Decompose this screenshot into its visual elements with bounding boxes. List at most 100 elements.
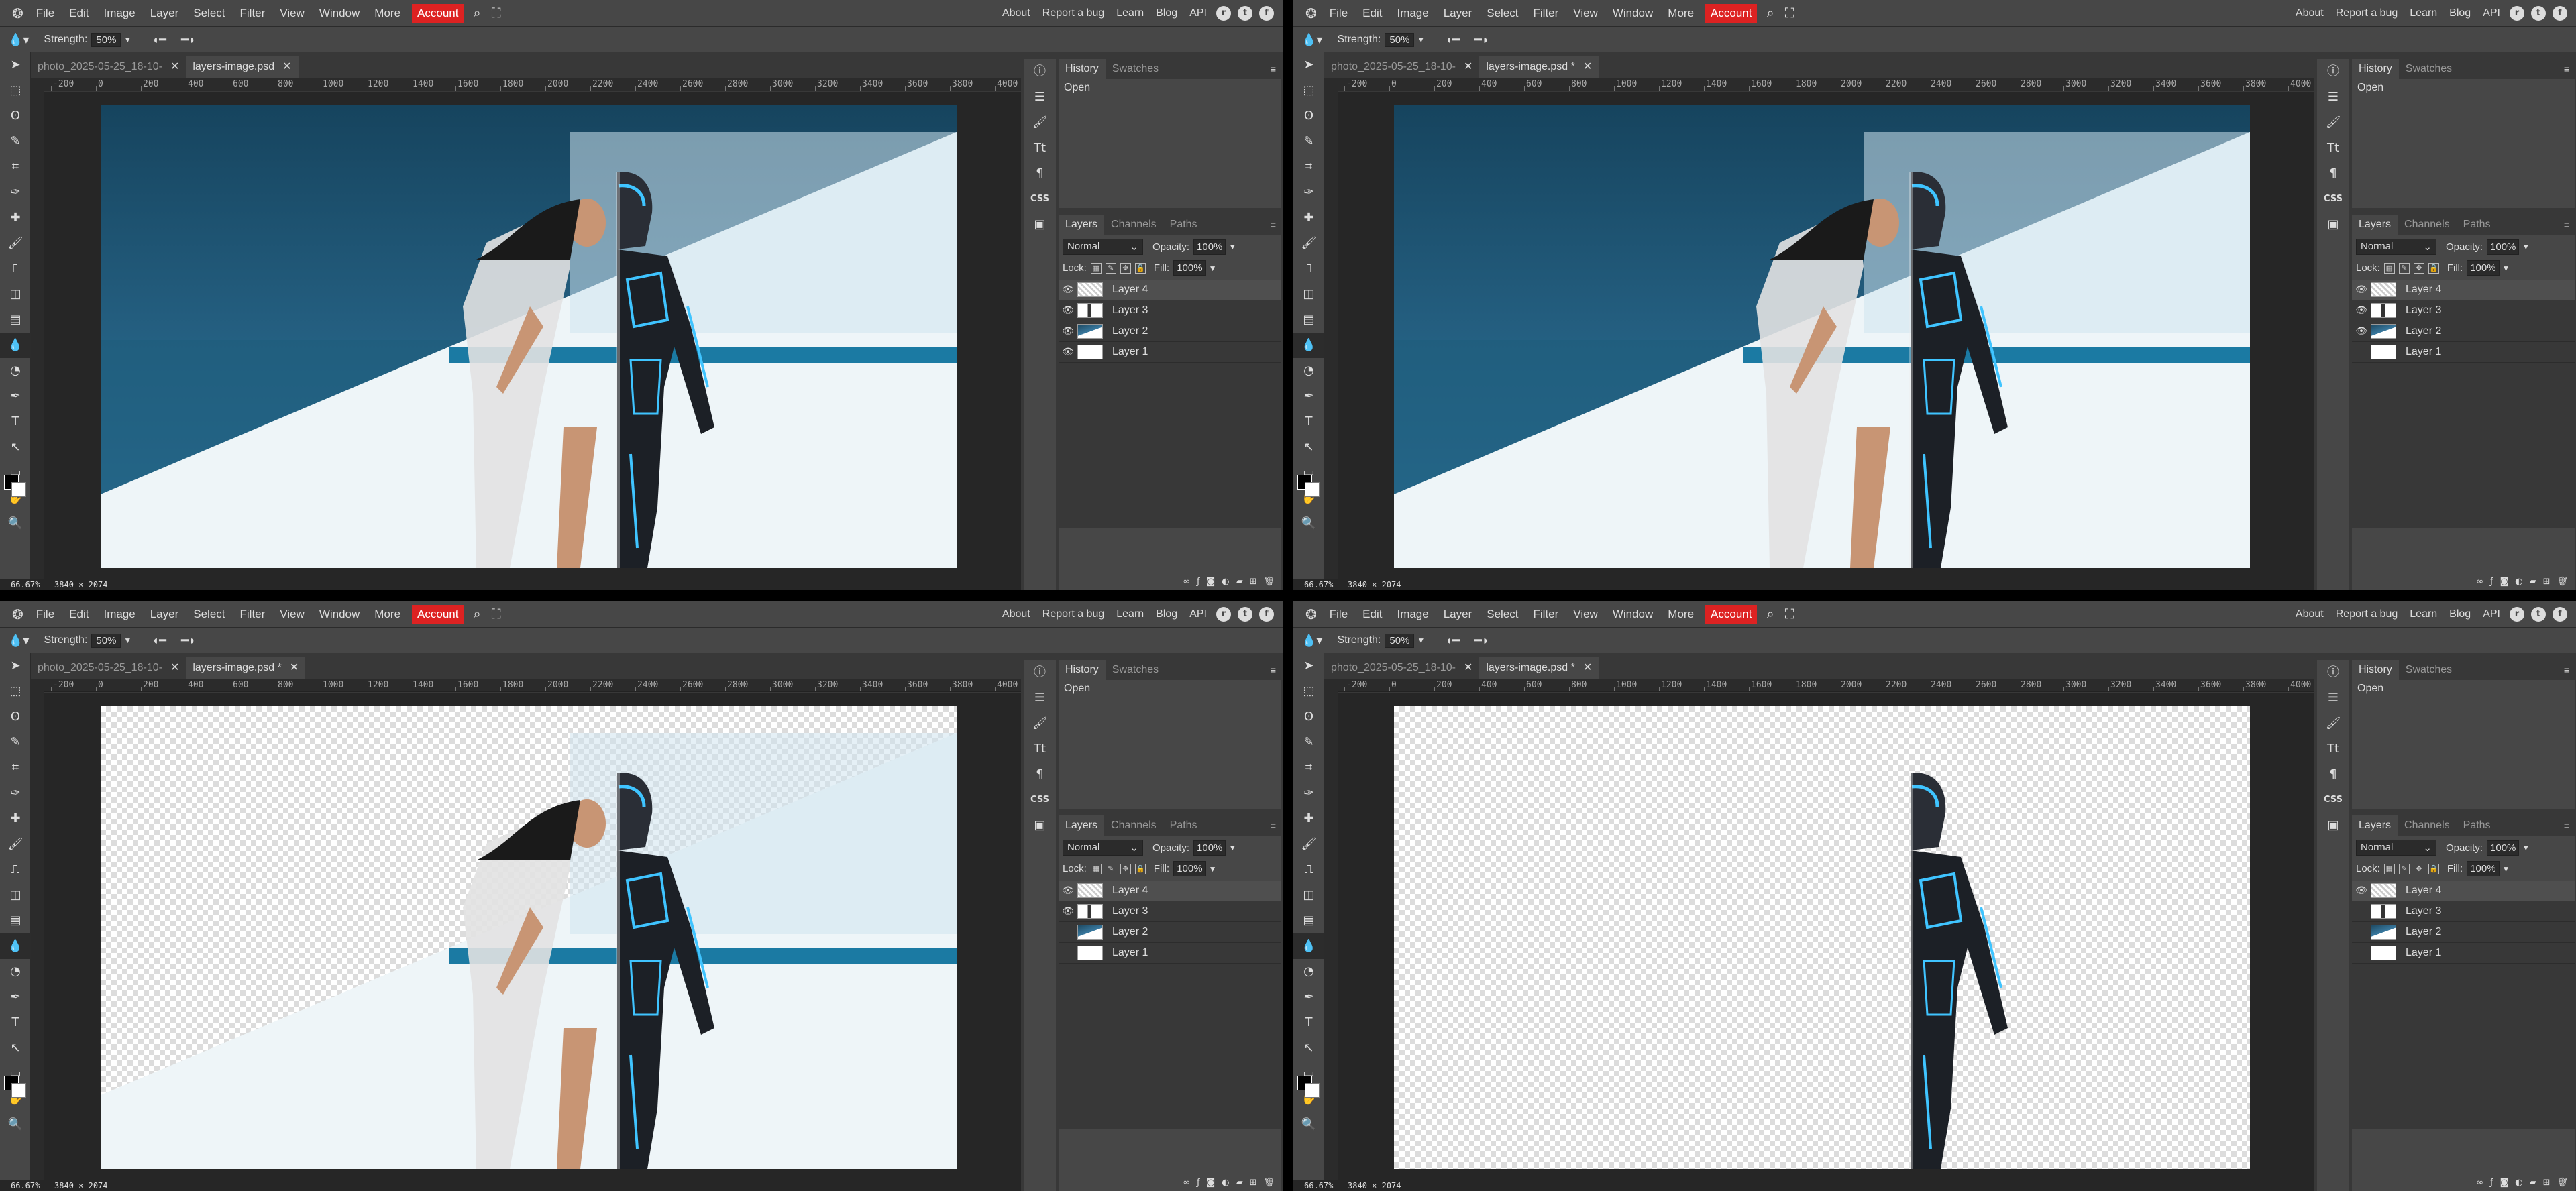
spot-heal-tool-icon[interactable]: ✚ — [1293, 806, 1324, 832]
adjustment-layer-icon[interactable]: ◐ — [2515, 1178, 2522, 1188]
clone-stamp-tool-icon[interactable]: ⎍ — [1293, 857, 1324, 883]
tab-layers-image[interactable]: layers-image.psd * ✕ — [1479, 56, 1599, 78]
twitter-icon[interactable]: t — [2531, 607, 2546, 622]
layer-row-layer-1[interactable]: 👁 Layer 1 — [2352, 943, 2575, 964]
image-icon[interactable]: ▣ — [1024, 813, 1056, 838]
blog-link[interactable]: Blog — [2443, 0, 2477, 27]
report-bug-link[interactable]: Report a bug — [1036, 601, 1111, 628]
menu-file[interactable]: File — [29, 601, 62, 628]
lock-all-icon[interactable]: 🔒 — [1134, 863, 1146, 874]
crop-tool-icon[interactable]: ⌗ — [1293, 755, 1324, 781]
brush-settings-icon[interactable]: 🖌 — [2317, 110, 2349, 135]
info-icon[interactable]: ⓘ — [2317, 59, 2349, 84]
menu-layer[interactable]: Layer — [1436, 601, 1480, 628]
api-link[interactable]: API — [1183, 601, 1213, 628]
strength-input[interactable]: 50% — [1385, 633, 1415, 648]
document-canvas[interactable] — [1394, 105, 2250, 568]
blur-tool-preset-icon[interactable]: 💧▾ — [1301, 634, 1322, 648]
blend-mode-select[interactable]: Normal ⌄ — [2356, 239, 2436, 255]
airbrush-icon[interactable]: ━◗ — [1474, 634, 1489, 648]
tab-swatches[interactable]: Swatches — [1106, 59, 1165, 79]
menu-select[interactable]: Select — [1479, 0, 1525, 27]
opacity-input[interactable]: 100% — [2487, 840, 2520, 856]
close-icon[interactable]: ✕ — [1464, 56, 1472, 78]
new-layer-icon[interactable]: ⊞ — [1250, 577, 1257, 587]
lock-position-icon[interactable]: ✥ — [1120, 262, 1131, 274]
brush-size-icon[interactable]: ◖━ — [1445, 634, 1460, 648]
search-icon[interactable]: ⌕ — [1761, 6, 1779, 21]
menu-image[interactable]: Image — [96, 601, 142, 628]
eyedropper-tool-icon[interactable]: ✑ — [1293, 180, 1324, 205]
close-icon[interactable]: ✕ — [1583, 56, 1592, 78]
canvas-workspace[interactable] — [44, 92, 1021, 579]
menu-layer[interactable]: Layer — [143, 601, 186, 628]
menu-view[interactable]: View — [1566, 0, 1605, 27]
panel-menu-icon[interactable]: ≡ — [1271, 219, 1276, 230]
fullscreen-icon[interactable]: ⛶ — [486, 607, 506, 622]
layer-row-layer-4[interactable]: 👁 Layer 4 — [1059, 881, 1281, 901]
character-icon[interactable]: Tt — [1024, 736, 1056, 762]
dodge-tool-icon[interactable]: ◔ — [0, 959, 31, 984]
reddit-icon[interactable]: r — [1216, 607, 1231, 622]
blur-tool-icon[interactable]: 💧 — [1293, 333, 1324, 358]
menu-window[interactable]: Window — [1605, 0, 1660, 27]
properties-icon[interactable]: ☰ — [2317, 685, 2349, 711]
properties-icon[interactable]: ☰ — [2317, 84, 2349, 110]
tab-paths[interactable]: Paths — [2457, 215, 2498, 235]
reddit-icon[interactable]: r — [1216, 6, 1231, 21]
lock-position-icon[interactable]: ✥ — [2413, 863, 2424, 874]
layer-row-layer-2[interactable]: 👁 Layer 2 — [2352, 321, 2575, 342]
lock-pixels-icon[interactable]: ✎ — [2398, 262, 2410, 274]
link-layers-icon[interactable]: ∞ — [2476, 577, 2483, 587]
menu-file[interactable]: File — [29, 0, 62, 27]
info-icon[interactable]: ⓘ — [2317, 660, 2349, 685]
facebook-icon[interactable]: f — [1259, 607, 1274, 622]
menu-more[interactable]: More — [367, 601, 408, 628]
tab-channels[interactable]: Channels — [1104, 815, 1163, 836]
blur-tool-preset-icon[interactable]: 💧▾ — [8, 33, 29, 47]
reddit-icon[interactable]: r — [2510, 607, 2524, 622]
gradient-tool-icon[interactable]: ▤ — [0, 307, 31, 333]
tab-swatches[interactable]: Swatches — [2399, 59, 2459, 79]
quick-select-tool-icon[interactable]: ✎ — [1293, 129, 1324, 154]
image-icon[interactable]: ▣ — [1024, 212, 1056, 237]
menu-window[interactable]: Window — [312, 0, 367, 27]
layer-effects-icon[interactable]: ƒ — [1197, 1178, 1200, 1188]
twitter-icon[interactable]: t — [1238, 607, 1252, 622]
layer-row-layer-1[interactable]: 👁 Layer 1 — [1059, 943, 1281, 964]
opacity-dropdown-icon[interactable]: ▼ — [1228, 242, 1236, 251]
menu-select[interactable]: Select — [1479, 601, 1525, 628]
lock-all-icon[interactable]: 🔒 — [2428, 863, 2439, 874]
tab-channels[interactable]: Channels — [2398, 215, 2457, 235]
brush-tool-icon[interactable]: 🖌 — [1293, 832, 1324, 857]
account-button[interactable]: Account — [1705, 605, 1758, 624]
zoom-tool-icon[interactable]: 🔍 — [0, 1112, 31, 1137]
fullscreen-icon[interactable]: ⛶ — [1780, 607, 1800, 622]
menu-filter[interactable]: Filter — [1526, 601, 1566, 628]
lasso-tool-icon[interactable]: ʘ — [1293, 704, 1324, 730]
photopea-logo-icon[interactable]: ❂ — [7, 5, 29, 22]
opacity-dropdown-icon[interactable]: ▼ — [2522, 843, 2530, 852]
brush-tool-icon[interactable]: 🖌 — [0, 231, 31, 256]
blur-tool-icon[interactable]: 💧 — [0, 933, 31, 959]
background-color-swatch[interactable] — [1305, 482, 1320, 497]
tab-history[interactable]: History — [2352, 660, 2399, 680]
adjustment-layer-icon[interactable]: ◐ — [1222, 577, 1229, 587]
layer-row-layer-3[interactable]: 👁 Layer 3 — [1059, 300, 1281, 321]
strength-dropdown-icon[interactable]: ▼ — [123, 35, 131, 44]
lock-transparency-icon[interactable]: ▦ — [1090, 863, 1102, 874]
menu-layer[interactable]: Layer — [1436, 0, 1480, 27]
fill-dropdown-icon[interactable]: ▼ — [1209, 264, 1217, 273]
lasso-tool-icon[interactable]: ʘ — [0, 103, 31, 129]
layer-row-layer-3[interactable]: 👁 Layer 3 — [1059, 901, 1281, 922]
move-tool-icon[interactable]: ➤ — [0, 653, 31, 679]
close-icon[interactable]: ✕ — [1583, 657, 1592, 679]
background-color-swatch[interactable] — [1305, 1083, 1320, 1098]
visibility-eye-icon[interactable]: 👁 — [2352, 326, 2371, 337]
lock-pixels-icon[interactable]: ✎ — [2398, 863, 2410, 874]
menu-edit[interactable]: Edit — [62, 0, 96, 27]
menu-edit[interactable]: Edit — [62, 601, 96, 628]
menu-file[interactable]: File — [1322, 601, 1355, 628]
learn-link[interactable]: Learn — [2404, 0, 2443, 27]
gradient-tool-icon[interactable]: ▤ — [0, 908, 31, 933]
